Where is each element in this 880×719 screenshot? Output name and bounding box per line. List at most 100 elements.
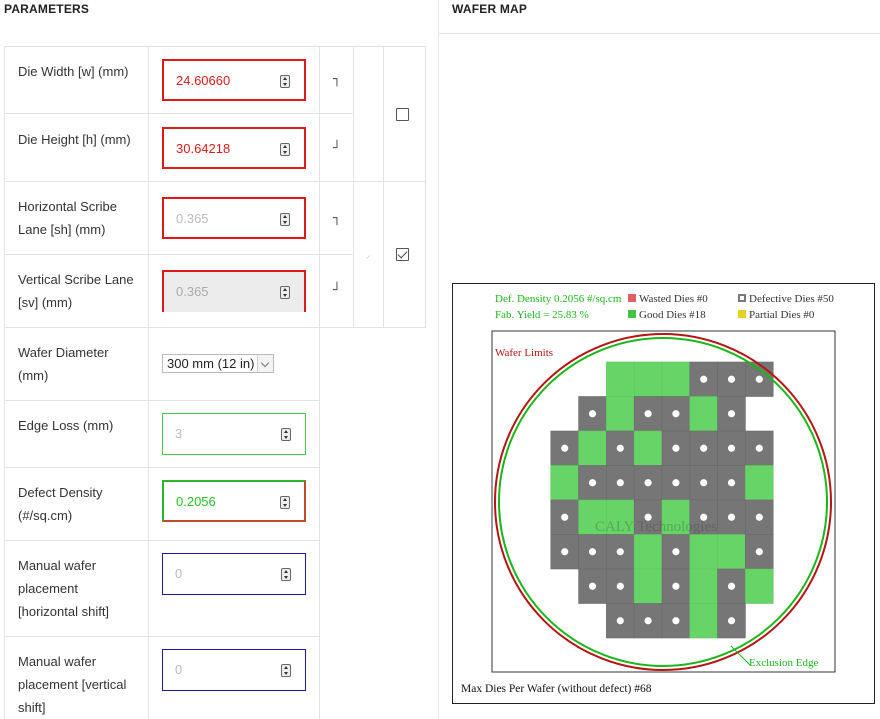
good-die	[606, 396, 635, 432]
defect-marker	[755, 375, 763, 383]
defect-marker	[700, 375, 708, 383]
spinner-icon[interactable]	[280, 213, 290, 226]
defect-marker	[644, 479, 652, 487]
h-shift-label: Manual wafer placement [horizontal shift…	[18, 554, 109, 623]
defect-marker	[672, 617, 680, 625]
h-scribe-input[interactable]: 0.365	[162, 197, 306, 239]
cell	[354, 46, 384, 182]
defect-marker	[700, 479, 708, 487]
defect-marker	[727, 410, 736, 418]
legend-partial: Partial Dies #0	[738, 309, 814, 322]
v-scribe-placeholder: 0.365	[176, 284, 209, 299]
v-scribe-label: Vertical Scribe Lane [sv] (mm)	[18, 268, 134, 314]
good-die	[578, 430, 607, 466]
v-shift-input[interactable]: 0	[162, 649, 306, 691]
defect-marker	[561, 548, 569, 556]
h-scribe-label: Horizontal Scribe Lane [sh] (mm)	[18, 195, 117, 241]
die-width-value: 24.60660	[176, 73, 231, 88]
wafer-diameter-select[interactable]: 300 mm (12 in)	[162, 354, 274, 373]
defect-marker	[727, 479, 736, 487]
defect-marker	[616, 444, 624, 452]
exclusion-edge-label: Exclusion Edge	[749, 657, 819, 669]
label-line: Defect Density	[18, 485, 103, 500]
label-line: Lane [sh] (mm)	[18, 222, 106, 237]
defect-marker	[672, 479, 680, 487]
defect-marker	[672, 548, 680, 556]
legend-wasted: Wasted Dies #0	[628, 293, 708, 306]
defect-density-value: 0.2056	[176, 494, 216, 509]
good-die	[689, 603, 718, 639]
defect-marker	[755, 444, 763, 452]
wafer-header-divider	[438, 33, 880, 34]
h-shift-placeholder: 0	[175, 566, 183, 581]
defect-marker	[588, 479, 597, 487]
die-width-input[interactable]: 24.60660	[162, 59, 306, 101]
edge-loss-input[interactable]: 3	[162, 413, 306, 455]
spinner-icon[interactable]	[281, 568, 291, 581]
good-die	[633, 361, 663, 397]
fab-yield-text: Fab. Yield = 25.83 %	[495, 309, 589, 321]
defect-marker	[727, 513, 736, 521]
spinner-icon[interactable]	[281, 428, 291, 441]
v-shift-label: Manual wafer placement [vertical shift]	[18, 650, 126, 719]
label-line: shift]	[18, 700, 46, 715]
good-die	[633, 568, 663, 604]
h-scribe-placeholder: 0.365	[176, 211, 209, 226]
def-density-text: Def. Density 0.2056 #/sq.cm	[495, 293, 622, 305]
die-height-value: 30.64218	[176, 141, 231, 156]
link-bracket-bottom-icon: ┘	[333, 283, 341, 298]
link-die-size-checkbox[interactable]	[396, 108, 409, 121]
good-die	[633, 430, 663, 466]
link-scribe-checkbox[interactable]	[396, 248, 409, 261]
wafer-map-heading: WAFER MAP	[452, 2, 528, 16]
defect-marker	[588, 410, 597, 418]
max-dies-text: Max Dies Per Wafer (without defect) #68	[461, 683, 652, 695]
wafer-map-panel: CALY Technologies Def. Density 0.2056 #/…	[452, 283, 875, 704]
defect-marker	[672, 582, 680, 590]
label-line: (#/sq.cm)	[18, 508, 73, 523]
good-die	[550, 465, 579, 501]
good-die	[745, 465, 774, 501]
label-line: placement [vertical	[18, 677, 127, 692]
defect-marker	[616, 582, 624, 590]
legend-label: Good Dies #18	[639, 309, 706, 321]
die-width-label: Die Width [w] (mm)	[18, 64, 129, 79]
defect-marker	[700, 444, 708, 452]
good-die	[689, 396, 718, 432]
chevron-down-icon[interactable]	[257, 355, 273, 372]
link-bracket-top-icon: ┐	[333, 211, 341, 226]
column-divider	[438, 0, 439, 719]
legend-swatch	[628, 310, 636, 318]
defect-marker	[755, 548, 763, 556]
spinner-icon[interactable]	[280, 143, 290, 156]
label-line: Manual wafer	[18, 654, 97, 669]
good-die	[717, 534, 746, 570]
label-line: [sv] (mm)	[18, 295, 73, 310]
spinner-icon	[280, 286, 290, 299]
edge-loss-placeholder: 3	[175, 426, 183, 441]
edge-loss-label: Edge Loss (mm)	[18, 418, 114, 433]
legend-swatch	[738, 310, 746, 318]
defect-marker	[588, 582, 597, 590]
label-line: Manual wafer	[18, 558, 97, 573]
link-mark-icon: ⸝	[366, 250, 371, 260]
legend-swatch	[738, 294, 746, 302]
link-bracket-bottom-icon: ┘	[333, 141, 341, 156]
good-die	[661, 361, 691, 397]
label-line: Wafer Diameter	[18, 345, 109, 360]
spinner-icon[interactable]	[280, 496, 290, 509]
good-die	[689, 534, 718, 570]
defect-marker	[588, 548, 597, 556]
v-shift-placeholder: 0	[175, 662, 183, 677]
h-shift-input[interactable]: 0	[162, 553, 306, 595]
spinner-icon[interactable]	[281, 664, 291, 677]
label-line: Vertical Scribe Lane	[18, 272, 134, 287]
legend-label: Partial Dies #0	[749, 309, 815, 321]
die-height-input[interactable]: 30.64218	[162, 127, 306, 169]
defect-marker	[616, 617, 624, 625]
spinner-icon[interactable]	[280, 75, 290, 88]
label-line: (mm)	[18, 368, 49, 383]
defect-density-input[interactable]: 0.2056	[162, 480, 306, 522]
wafer-diameter-label: Wafer Diameter (mm)	[18, 341, 109, 387]
defect-marker	[644, 410, 652, 418]
